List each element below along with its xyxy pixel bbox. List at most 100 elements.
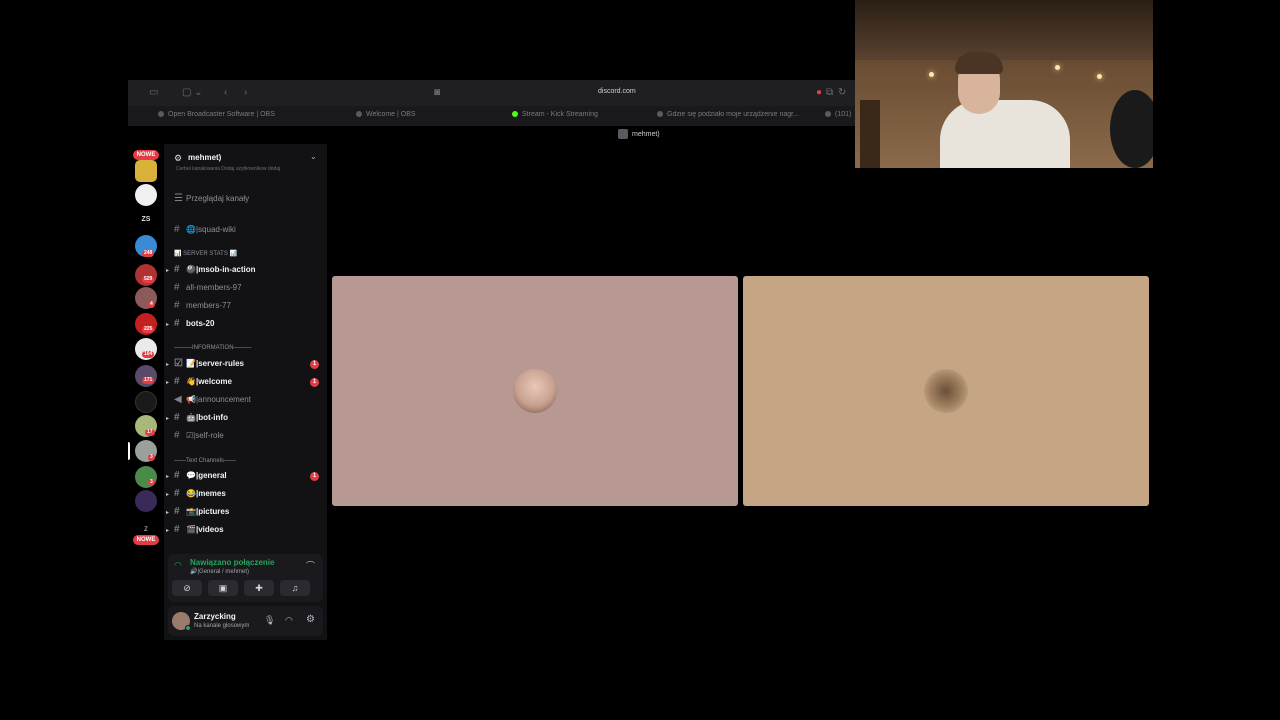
server-icon-white[interactable] xyxy=(135,184,157,206)
channel-server-rules[interactable]: ☑ 📝|server-rules xyxy=(174,357,244,371)
back-icon[interactable]: ‹ xyxy=(224,87,227,99)
server-badge: 17 xyxy=(145,429,155,436)
channel-sidebar: ⚙ mehmet) ⌄ Cerbel kanałowania Dodaj uzy… xyxy=(164,144,327,640)
mention-badge: 1 xyxy=(310,472,319,481)
voice-status[interactable]: Nawiązano połączenie xyxy=(190,558,274,567)
caret-icon: ▸ xyxy=(166,510,170,516)
server-badge: 4 xyxy=(148,301,155,308)
server-name: mehmet) xyxy=(188,153,222,162)
activities-button[interactable]: ✚ xyxy=(244,580,274,596)
channel-msob-in-action[interactable]: # 🎱|msob-in-action xyxy=(174,263,256,277)
list-icon: ☰ xyxy=(174,193,183,204)
hash-icon: # xyxy=(174,430,180,441)
caret-icon: ▸ xyxy=(166,416,170,422)
person-shirt xyxy=(940,100,1070,168)
video-tile-user[interactable] xyxy=(332,276,738,506)
hash-icon: # xyxy=(174,318,180,329)
server-badge: 529 xyxy=(142,276,155,283)
selected-server-indicator xyxy=(128,442,130,460)
ceiling xyxy=(855,0,1153,60)
voice-location[interactable]: 🔊|General / mehmet) xyxy=(190,568,249,575)
channel-welcome[interactable]: # 👋|welcome xyxy=(174,375,232,389)
globe-icon xyxy=(657,111,663,118)
server-icon-dark[interactable] xyxy=(135,391,157,413)
new-badge-bottom[interactable]: NOWE xyxy=(133,535,159,545)
caret-icon: ▸ xyxy=(166,380,170,386)
caret-icon: ▸ xyxy=(166,362,170,368)
server-icon-z[interactable]: Z xyxy=(135,527,157,533)
ceiling-light-icon xyxy=(1097,74,1102,79)
ceiling-light-icon xyxy=(1055,65,1060,70)
microphone-icon[interactable]: ● xyxy=(816,87,822,99)
video-tile-mehmet[interactable] xyxy=(743,276,1149,506)
category-information[interactable]: ———INFORMATION——— xyxy=(174,345,252,351)
person-hair xyxy=(955,52,1003,74)
category-server-stats[interactable]: 📊 SERVER STATS 📊 xyxy=(174,250,237,257)
sidebar-toggle-icon[interactable]: ▭ xyxy=(149,87,158,99)
camera-off-button[interactable]: ⊘ xyxy=(172,580,202,596)
channel-all-members[interactable]: # all-members-97 xyxy=(174,281,242,295)
tab-overview-icon[interactable]: ▢ ⌄ xyxy=(182,87,203,99)
server-icon-night[interactable] xyxy=(135,490,157,512)
hash-icon: # xyxy=(174,412,180,423)
channel-memes[interactable]: # 😂|memes xyxy=(174,487,226,501)
voice-connection-panel: ◠ Nawiązano połączenie 🔊|General / mehme… xyxy=(168,554,323,602)
forward-icon[interactable]: › xyxy=(244,87,247,99)
channel-pictures[interactable]: # 📸|pictures xyxy=(174,505,229,519)
room-door xyxy=(860,100,880,168)
channel-general[interactable]: # 💬|general xyxy=(174,469,227,483)
channel-videos[interactable]: # 🎬|videos xyxy=(174,523,224,537)
hash-icon: # xyxy=(174,376,180,387)
channel-bots[interactable]: # bots-20 xyxy=(174,317,214,331)
server-header[interactable]: ⚙ mehmet) ⌄ xyxy=(164,148,327,168)
server-badge: 3 xyxy=(148,454,155,461)
discord-favicon-icon xyxy=(618,129,628,139)
hash-icon: # xyxy=(174,300,180,311)
server-icon-baboo[interactable] xyxy=(135,160,157,182)
mention-badge: 1 xyxy=(310,378,319,387)
screen-share-button[interactable]: ▣ xyxy=(208,580,238,596)
server-icon-small: ⚙ xyxy=(174,153,183,163)
hash-icon: # xyxy=(174,470,180,481)
server-badge: 104 xyxy=(142,351,155,358)
globe-icon xyxy=(356,111,362,118)
tab-device[interactable]: Gdzie się podziało moje urządzenie nagr.… xyxy=(657,111,799,118)
tab-youtube[interactable]: (101) xyxy=(825,111,851,118)
caret-icon: ▸ xyxy=(166,322,170,328)
hash-icon: # xyxy=(174,488,180,499)
reload-icon[interactable]: ↻ xyxy=(838,87,846,99)
channel-announcement[interactable]: ◀ 📢|announcement xyxy=(174,393,251,407)
avatar xyxy=(924,369,968,413)
headphones-icon[interactable]: ◠ xyxy=(285,615,293,626)
channel-squad-wiki[interactable]: # 🌐|squad-wiki xyxy=(174,223,236,237)
header-overflow-text: Cerbel kanałowania Dodaj uzytkownikow do… xyxy=(176,166,281,172)
channel-members[interactable]: # members-77 xyxy=(174,299,231,313)
disconnect-icon[interactable]: ⌒ xyxy=(306,559,315,572)
rules-icon: ☑ xyxy=(174,358,183,369)
mention-badge: 1 xyxy=(310,360,319,369)
hash-icon: # xyxy=(174,282,180,293)
chevron-down-icon[interactable]: ⌄ xyxy=(310,152,317,161)
username[interactable]: Zarzycking xyxy=(194,612,236,621)
channel-bot-info[interactable]: # 🤖|bot-info xyxy=(174,411,228,425)
browse-channels[interactable]: ☰ Przeglądaj kanały xyxy=(174,192,249,206)
category-text-channels[interactable]: ——Text Channels—— xyxy=(174,458,236,464)
signal-icon[interactable]: ◠ xyxy=(174,560,182,571)
address-bar[interactable]: discord.com xyxy=(598,88,636,95)
gear-icon[interactable]: ⚙ xyxy=(306,614,315,625)
globe-icon xyxy=(158,111,164,118)
tab-kick[interactable]: Stream - Kick Streaming xyxy=(512,111,598,118)
tab-obs[interactable]: Open Broadcaster Software | OBS xyxy=(158,111,275,118)
server-badge: 225 xyxy=(142,326,155,333)
microphone-icon[interactable]: 🎙 xyxy=(264,615,275,626)
translate-icon[interactable]: ⧉ xyxy=(826,87,833,99)
shield-icon[interactable]: ◙ xyxy=(434,87,440,99)
channel-self-role[interactable]: # ☑|self-role xyxy=(174,429,224,443)
close-icon xyxy=(825,111,831,118)
server-icon-zs[interactable]: ZS xyxy=(135,216,157,223)
new-badge-top[interactable]: NOWE xyxy=(133,150,159,160)
tab-welcome[interactable]: Welcome | OBS xyxy=(356,111,416,118)
server-badge: 171 xyxy=(142,377,155,384)
soundboard-button[interactable]: ♫ xyxy=(280,580,310,596)
kick-icon xyxy=(512,111,518,118)
